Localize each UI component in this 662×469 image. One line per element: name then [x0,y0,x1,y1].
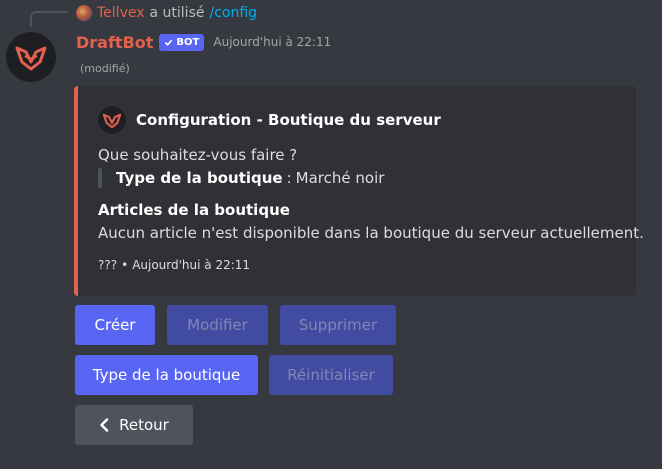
create-button[interactable]: Créer [75,305,155,345]
footer-separator: • [121,258,129,272]
bot-avatar[interactable] [6,32,56,82]
embed-field-name: Articles de la boutique [98,201,290,219]
embed-author-name: Configuration - Boutique du serveur [136,111,441,129]
edited-indicator: (modifié) [80,62,130,75]
reply-command[interactable]: /config [209,5,257,21]
back-button[interactable]: Retour [75,405,193,445]
quote-value: Marché noir [295,169,385,187]
message-header: DraftBot BOT Aujourd'hui à 22:11 [76,31,331,53]
embed-footer: ??? • Aujourd'hui à 22:11 [98,258,250,272]
user-avatar-icon[interactable] [76,5,92,21]
bot-username[interactable]: DraftBot [76,33,153,52]
footer-timestamp: Aujourd'hui à 22:11 [132,258,251,272]
back-button-label: Retour [119,416,169,434]
reply-context[interactable]: Tellvex a utilisé /config [76,3,257,23]
edit-button[interactable]: Modifier [167,305,268,345]
reply-connector [30,11,68,27]
quote-separator: : [286,169,292,187]
discord-message-view: Tellvex a utilisé /config DraftBot BOT A… [0,0,662,469]
footer-text: ??? [98,258,118,272]
reset-button[interactable]: Réinitialiser [269,355,393,395]
chevron-left-icon [99,418,109,432]
draftbot-logo-icon [102,113,122,129]
bot-badge: BOT [159,33,205,51]
embed-field-value: Aucun article n'est disponible dans la b… [98,224,644,242]
verified-check-icon [165,39,173,46]
embed-author: Configuration - Boutique du serveur [98,106,441,134]
bot-badge-label: BOT [176,36,200,48]
blockquote-bar [98,168,102,188]
embed-description: Que souhaitez-vous faire ? [98,146,298,164]
embed-author-icon [98,106,126,134]
message-embed: Configuration - Boutique du serveur Que … [74,86,644,296]
embed-blockquote: Type de la boutique : Marché noir [98,168,384,188]
shop-type-button[interactable]: Type de la boutique [75,355,258,395]
delete-button[interactable]: Supprimer [280,305,396,345]
draftbot-logo-icon [15,46,47,71]
message-timestamp: Aujourd'hui à 22:11 [213,35,332,49]
quote-key: Type de la boutique [116,169,283,187]
reply-action-text: a utilisé [149,5,205,21]
reply-username[interactable]: Tellvex [97,5,145,21]
